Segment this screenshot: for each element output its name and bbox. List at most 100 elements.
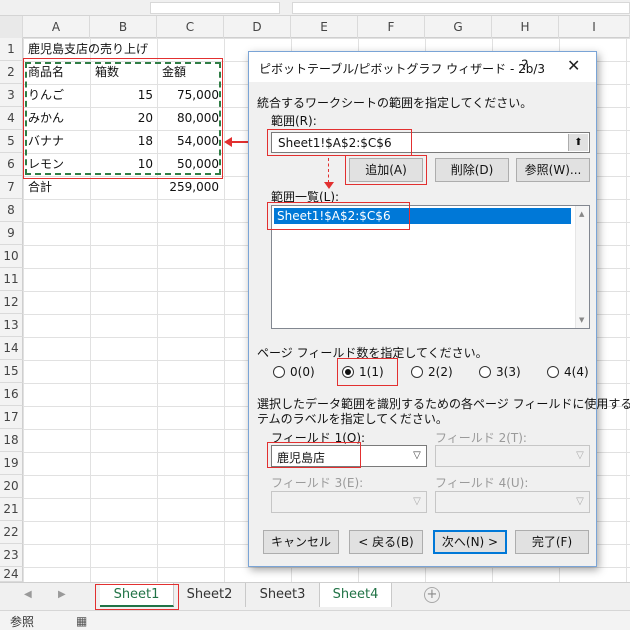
column-header-a[interactable]: A (23, 16, 90, 38)
cell-header-boxes[interactable]: 箱数 (95, 61, 119, 84)
cell-name[interactable]: りんご (28, 84, 64, 107)
page-field-radio-4[interactable]: 4(4) (547, 364, 597, 380)
help-icon[interactable]: ? (521, 58, 528, 74)
cancel-button[interactable]: キャンセル (263, 530, 339, 554)
column-header-c[interactable]: C (157, 16, 224, 38)
row-header[interactable]: 6 (0, 153, 23, 176)
row-header[interactable]: 18 (0, 429, 23, 452)
page-field-radio-2[interactable]: 2(2) (411, 364, 461, 380)
row-header[interactable]: 7 (0, 176, 23, 199)
add-sheet-icon[interactable]: + (424, 587, 440, 603)
row-header[interactable]: 17 (0, 406, 23, 429)
radio-circle[interactable] (479, 366, 491, 378)
row-header[interactable]: 11 (0, 268, 23, 291)
collapse-dialog-button[interactable]: ⬆ (568, 134, 588, 151)
scroll-down-icon[interactable]: ▼ (579, 316, 584, 324)
add-button[interactable]: 追加(A) (349, 158, 423, 182)
radio-label: 3(3) (496, 365, 521, 379)
sheet-tab-sheet1[interactable]: Sheet1 (100, 583, 174, 607)
range-list-item-selected[interactable]: Sheet1!$A$2:$C$6 (274, 208, 571, 224)
delete-button-label: 削除(D) (450, 163, 494, 177)
cell-name[interactable]: みかん (28, 107, 64, 130)
page-field-radio-0[interactable]: 0(0) (273, 364, 323, 380)
row-header[interactable]: 14 (0, 337, 23, 360)
cell-amount[interactable]: 75,000 (157, 84, 219, 107)
next-button[interactable]: 次へ(N) > (433, 530, 507, 554)
row-header[interactable]: 24 (0, 567, 23, 582)
row-header[interactable]: 22 (0, 521, 23, 544)
column-header-row: A B C D E F G H I (0, 16, 630, 38)
cell-header-amount[interactable]: 金額 (162, 61, 186, 84)
column-header-g[interactable]: G (425, 16, 492, 38)
range-list-scrollbar[interactable]: ▲ ▼ (575, 206, 589, 328)
row-header[interactable]: 3 (0, 84, 23, 107)
dialog-title: ピボットテーブル/ピボットグラフ ウィザード - 2b/3 (259, 62, 546, 76)
row-header[interactable]: 19 (0, 452, 23, 475)
back-button[interactable]: < 戻る(B) (349, 530, 423, 554)
scroll-tabs-right-icon[interactable]: ▶ (58, 589, 66, 600)
scroll-up-icon[interactable]: ▲ (579, 210, 584, 218)
row-header[interactable]: 9 (0, 222, 23, 245)
column-header-e[interactable]: E (291, 16, 358, 38)
formula-bar-segment[interactable] (150, 2, 280, 14)
cell-total-value[interactable]: 259,000 (157, 176, 219, 199)
cell-boxes[interactable]: 18 (90, 130, 153, 153)
field4-combo: ▽ (435, 491, 590, 513)
row-header[interactable]: 21 (0, 498, 23, 521)
cell-boxes[interactable]: 10 (90, 153, 153, 176)
sheet-tab-sheet4[interactable]: Sheet4 (320, 583, 392, 607)
browse-button[interactable]: 参照(W)... (516, 158, 590, 182)
radio-circle[interactable] (411, 366, 423, 378)
dialog-titlebar[interactable]: ピボットテーブル/ピボットグラフ ウィザード - 2b/3 ? ✕ (249, 52, 596, 82)
row-header[interactable]: 16 (0, 383, 23, 406)
column-header-d[interactable]: D (224, 16, 291, 38)
cell-amount[interactable]: 80,000 (157, 107, 219, 130)
row-header[interactable]: 13 (0, 314, 23, 337)
row-header[interactable]: 5 (0, 130, 23, 153)
cell-total-label[interactable]: 合計 (28, 176, 52, 199)
cell-amount[interactable]: 54,000 (157, 130, 219, 153)
row-header[interactable]: 4 (0, 107, 23, 130)
sheet-tab-sheet2[interactable]: Sheet2 (174, 583, 246, 607)
range-list[interactable]: Sheet1!$A$2:$C$6 ▲ ▼ (271, 205, 590, 329)
cell-a1-title[interactable]: 鹿児島支店の売り上げ (28, 38, 148, 61)
radio-circle-checked[interactable] (342, 366, 354, 378)
row-header[interactable]: 1 (0, 38, 23, 61)
cell-boxes[interactable]: 15 (90, 84, 153, 107)
column-header-b[interactable]: B (90, 16, 157, 38)
row-header[interactable]: 8 (0, 199, 23, 222)
radio-circle[interactable] (273, 366, 285, 378)
radio-label: 1(1) (359, 365, 384, 379)
select-all-corner[interactable] (0, 16, 23, 38)
cell-amount[interactable]: 50,000 (157, 153, 219, 176)
chevron-down-icon[interactable]: ▽ (408, 446, 426, 466)
range-list-label: 範囲一覧(L): (271, 190, 340, 204)
row-header[interactable]: 15 (0, 360, 23, 383)
cell-name[interactable]: バナナ (28, 130, 64, 153)
cell-name[interactable]: レモン (28, 153, 64, 176)
column-header-f[interactable]: F (358, 16, 425, 38)
scroll-tabs-left-icon[interactable]: ◀ (24, 589, 32, 600)
range-input[interactable]: Sheet1!$A$2:$C$6 ⬆ (271, 132, 590, 153)
page-field-radio-1[interactable]: 1(1) (342, 364, 392, 380)
row-header[interactable]: 20 (0, 475, 23, 498)
cell-header-name[interactable]: 商品名 (28, 61, 64, 84)
row-header[interactable]: 12 (0, 291, 23, 314)
row-header[interactable]: 23 (0, 544, 23, 567)
formula-bar-input[interactable] (292, 2, 630, 14)
delete-button[interactable]: 削除(D) (435, 158, 509, 182)
chevron-down-icon: ▽ (576, 496, 584, 507)
row-header[interactable]: 2 (0, 61, 23, 84)
column-header-h[interactable]: H (492, 16, 559, 38)
close-icon[interactable]: ✕ (567, 56, 580, 75)
macro-record-icon[interactable]: ▦ (76, 614, 87, 628)
cell-boxes[interactable]: 20 (90, 107, 153, 130)
page-field-radio-3[interactable]: 3(3) (479, 364, 529, 380)
radio-circle[interactable] (547, 366, 559, 378)
finish-button[interactable]: 完了(F) (515, 530, 589, 554)
sheet-tab-sheet3[interactable]: Sheet3 (246, 583, 320, 607)
column-header-i[interactable]: I (559, 16, 630, 38)
row-header[interactable]: 10 (0, 245, 23, 268)
browse-button-label: 参照(W)... (524, 163, 582, 177)
field1-combo[interactable]: 鹿児島店 ▽ (271, 445, 427, 467)
